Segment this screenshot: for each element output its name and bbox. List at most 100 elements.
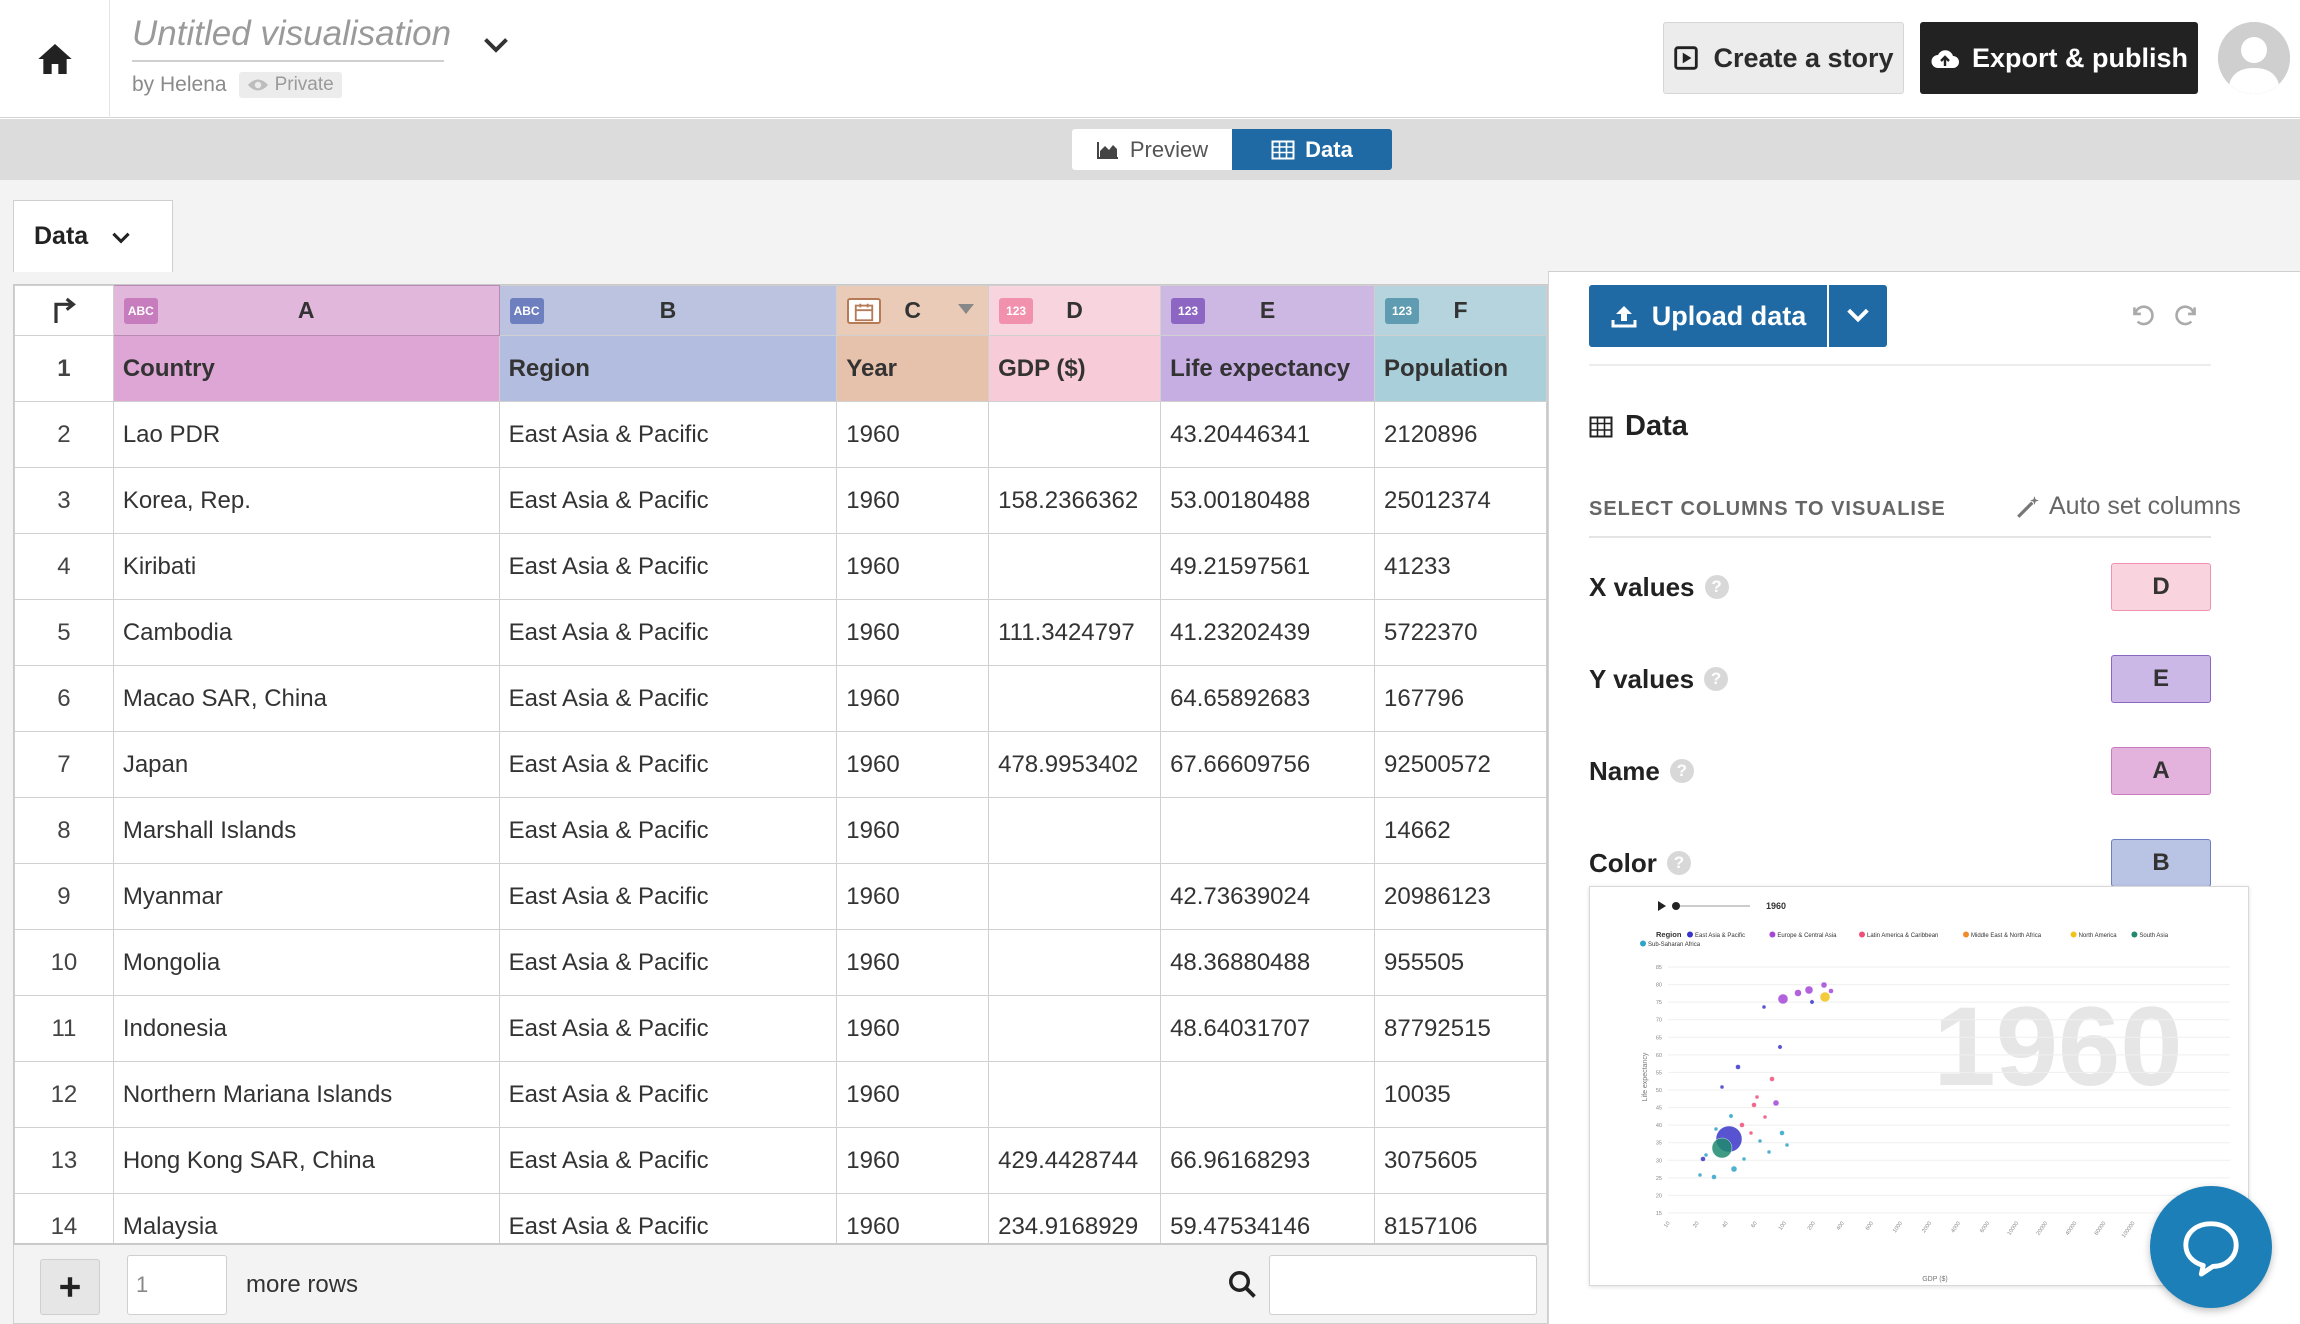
sheet-tab-data[interactable]: Data xyxy=(13,200,173,272)
column-chip[interactable]: B xyxy=(2111,839,2211,887)
number-type-badge[interactable]: 123 xyxy=(1171,298,1206,324)
date-type-badge[interactable] xyxy=(847,298,882,324)
text-type-badge[interactable]: ABC xyxy=(509,298,544,324)
help-icon[interactable]: ? xyxy=(1704,667,1729,691)
table-cell[interactable]: East Asia & Pacific xyxy=(498,665,838,732)
table-cell[interactable]: 1960 xyxy=(836,1127,990,1194)
table-cell[interactable]: Cambodia xyxy=(112,599,500,666)
rows-count-input[interactable] xyxy=(127,1255,227,1315)
table-cell[interactable] xyxy=(988,401,1162,468)
table-cell[interactable]: 111.3424797 xyxy=(988,599,1162,666)
table-cell[interactable]: East Asia & Pacific xyxy=(498,467,838,534)
table-cell[interactable] xyxy=(1160,797,1376,864)
column-header-f[interactable]: 123 F xyxy=(1374,285,1547,336)
table-cell[interactable]: East Asia & Pacific xyxy=(498,797,838,864)
table-cell[interactable]: Macao SAR, China xyxy=(112,665,500,732)
help-icon[interactable]: ? xyxy=(1704,575,1729,599)
undo-icon[interactable] xyxy=(2129,302,2155,328)
table-cell[interactable]: 8157106 xyxy=(1374,1193,1547,1243)
table-cell[interactable]: 1960 xyxy=(836,1061,990,1128)
column-chip[interactable]: D xyxy=(2111,563,2211,611)
table-cell[interactable]: 64.65892683 xyxy=(1160,665,1376,732)
table-cell[interactable]: 478.9953402 xyxy=(988,731,1162,798)
table-cell[interactable]: 1960 xyxy=(836,599,990,666)
row-number[interactable]: 8 xyxy=(14,797,114,864)
table-cell[interactable]: 25012374 xyxy=(1374,467,1547,534)
table-cell[interactable] xyxy=(988,929,1162,996)
tab-data[interactable]: Data xyxy=(1232,129,1392,170)
column-header-e[interactable]: 123 E xyxy=(1160,285,1376,336)
chat-help-button[interactable] xyxy=(2150,1186,2272,1308)
table-cell[interactable]: 167796 xyxy=(1374,665,1547,732)
row-number[interactable]: 1 xyxy=(14,335,114,402)
table-cell[interactable]: East Asia & Pacific xyxy=(498,1127,838,1194)
table-cell[interactable]: 48.64031707 xyxy=(1160,995,1376,1062)
header-cell[interactable]: Year xyxy=(836,335,990,402)
table-cell[interactable]: 2120896 xyxy=(1374,401,1547,468)
table-cell[interactable]: 1960 xyxy=(836,731,990,798)
table-cell[interactable]: 1960 xyxy=(836,995,990,1062)
table-cell[interactable]: 67.66609756 xyxy=(1160,731,1376,798)
visualisation-title[interactable]: Untitled visualisation xyxy=(132,14,451,62)
upload-data-button[interactable]: Upload data xyxy=(1589,285,1827,347)
table-cell[interactable]: East Asia & Pacific xyxy=(498,401,838,468)
table-cell[interactable]: 59.47534146 xyxy=(1160,1193,1376,1243)
table-cell[interactable] xyxy=(988,533,1162,600)
row-number[interactable]: 2 xyxy=(14,401,114,468)
table-cell[interactable]: Indonesia xyxy=(112,995,500,1062)
table-cell[interactable]: 429.4428744 xyxy=(988,1127,1162,1194)
table-cell[interactable]: 53.00180488 xyxy=(1160,467,1376,534)
table-cell[interactable]: 1960 xyxy=(836,863,990,930)
table-cell[interactable]: 5722370 xyxy=(1374,599,1547,666)
table-cell[interactable]: 41.23202439 xyxy=(1160,599,1376,666)
table-cell[interactable]: 20986123 xyxy=(1374,863,1547,930)
table-cell[interactable]: 1960 xyxy=(836,929,990,996)
number-type-badge[interactable]: 123 xyxy=(999,298,1034,324)
table-cell[interactable] xyxy=(1160,1061,1376,1128)
row-number[interactable]: 3 xyxy=(14,467,114,534)
row-number[interactable]: 9 xyxy=(14,863,114,930)
table-cell[interactable]: 234.9168929 xyxy=(988,1193,1162,1243)
row-number[interactable]: 7 xyxy=(14,731,114,798)
row-number[interactable]: 6 xyxy=(14,665,114,732)
table-cell[interactable]: East Asia & Pacific xyxy=(498,731,838,798)
redo-icon[interactable] xyxy=(2174,302,2200,328)
help-icon[interactable]: ? xyxy=(1666,851,1691,875)
column-dropdown-icon[interactable] xyxy=(958,304,975,314)
table-cell[interactable]: Korea, Rep. xyxy=(112,467,500,534)
column-chip[interactable]: E xyxy=(2111,655,2211,703)
column-header-c[interactable]: C xyxy=(836,285,990,336)
table-cell[interactable]: 1960 xyxy=(836,533,990,600)
table-cell[interactable]: Kiribati xyxy=(112,533,500,600)
header-cell[interactable]: Life expectancy xyxy=(1160,335,1376,402)
table-cell[interactable]: 43.20446341 xyxy=(1160,401,1376,468)
table-cell[interactable]: 1960 xyxy=(836,665,990,732)
table-cell[interactable]: 1960 xyxy=(836,467,990,534)
auto-set-columns-button[interactable]: Auto set columns xyxy=(2015,492,2241,521)
table-cell[interactable]: Malaysia xyxy=(112,1193,500,1243)
column-chip[interactable]: A xyxy=(2111,747,2211,795)
header-cell[interactable]: GDP ($) xyxy=(988,335,1162,402)
table-cell[interactable]: East Asia & Pacific xyxy=(498,599,838,666)
column-header-d[interactable]: 123 D xyxy=(988,285,1162,336)
table-cell[interactable]: Japan xyxy=(112,731,500,798)
add-rows-button[interactable] xyxy=(40,1259,100,1315)
row-number[interactable]: 12 xyxy=(14,1061,114,1128)
export-publish-button[interactable]: Export & publish xyxy=(1920,22,2198,94)
table-cell[interactable]: East Asia & Pacific xyxy=(498,929,838,996)
table-cell[interactable]: 42.73639024 xyxy=(1160,863,1376,930)
avatar[interactable] xyxy=(2218,22,2290,94)
header-cell[interactable]: Country xyxy=(112,335,500,402)
table-cell[interactable]: 1960 xyxy=(836,797,990,864)
table-cell[interactable]: 14662 xyxy=(1374,797,1547,864)
row-number[interactable]: 5 xyxy=(14,599,114,666)
table-cell[interactable]: Northern Mariana Islands xyxy=(112,1061,500,1128)
text-type-badge[interactable]: ABC xyxy=(123,298,158,324)
table-cell[interactable]: Marshall Islands xyxy=(112,797,500,864)
grid-corner[interactable] xyxy=(14,285,114,336)
table-cell[interactable]: Hong Kong SAR, China xyxy=(112,1127,500,1194)
help-icon[interactable]: ? xyxy=(1669,759,1694,783)
row-number[interactable]: 13 xyxy=(14,1127,114,1194)
header-cell[interactable]: Population xyxy=(1374,335,1547,402)
create-story-button[interactable]: Create a story xyxy=(1663,22,1904,94)
